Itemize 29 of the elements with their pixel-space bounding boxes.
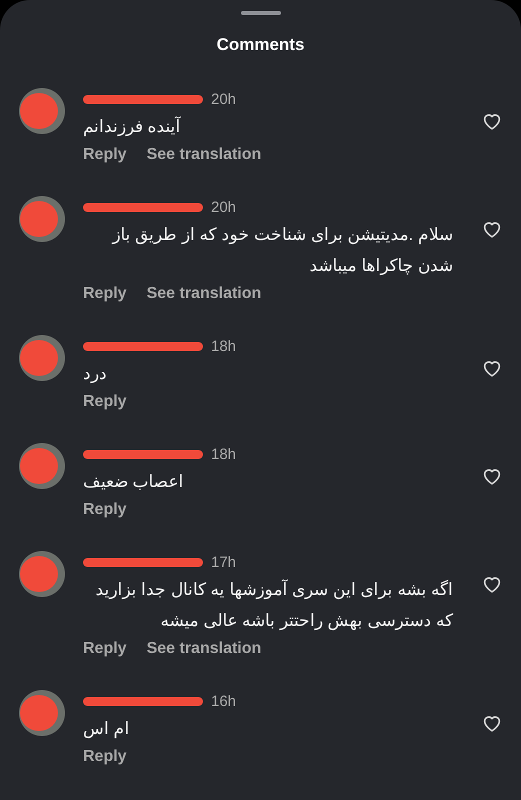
redacted-avatar-icon[interactable] [19, 196, 65, 242]
comment-time: 17h [211, 554, 236, 570]
comment-time: 18h [211, 338, 236, 354]
reply-button[interactable]: Reply [83, 501, 127, 519]
sheet-title: Comments [216, 35, 306, 55]
reply-button[interactable]: Reply [83, 393, 127, 411]
redacted-avatar-icon[interactable] [19, 335, 65, 381]
comment-text: سلام .مدیتیشن برای شناخت خود که از طریق باز شدن چاکراها میباشد [110, 224, 453, 278]
comment-time: 16h [211, 692, 236, 710]
comment-text: آینده فرزندانم [83, 115, 181, 138]
comment-time: 20h [211, 90, 236, 108]
see-translation-button[interactable]: See translation [146, 285, 262, 303]
redacted-avatar-icon[interactable] [19, 551, 65, 597]
comment-time: 18h [211, 446, 236, 462]
reply-button[interactable]: Reply [83, 748, 127, 766]
comment-text: ام اس [83, 718, 130, 740]
comment-text: درد [83, 363, 107, 386]
redacted-avatar-icon[interactable] [19, 443, 65, 489]
redacted-avatar-icon[interactable] [19, 690, 65, 736]
see-translation-button[interactable]: See translation [146, 146, 262, 164]
comment-text: اگه بشه برای این سری آموزشها یه کانال جدا بزارید که دسترسی بهش راحتتر باشه عالی میشه [94, 578, 453, 632]
reply-button[interactable]: Reply [83, 285, 127, 303]
drag-handle[interactable] [240, 11, 280, 15]
see-translation-button[interactable]: See translation [146, 640, 262, 658]
comment-text: اعصاب ضعیف [83, 471, 184, 493]
comment-time: 20h [211, 198, 236, 216]
reply-button[interactable]: Reply [83, 640, 127, 658]
redacted-avatar-icon[interactable] [19, 88, 65, 134]
reply-button[interactable]: Reply [83, 146, 127, 164]
